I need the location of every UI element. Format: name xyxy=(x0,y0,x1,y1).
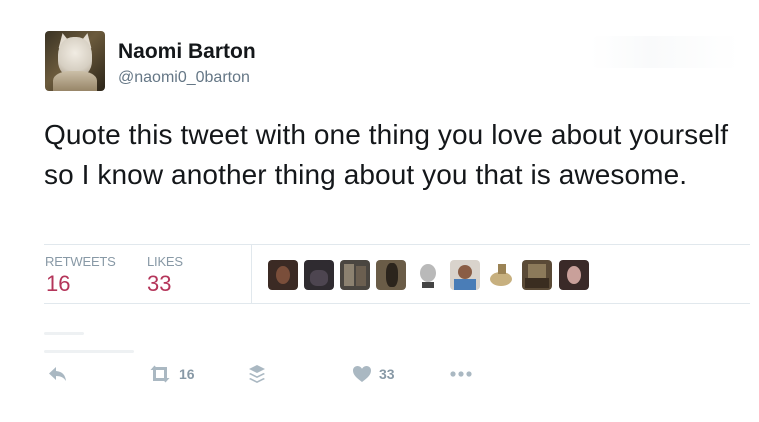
liker-avatar[interactable] xyxy=(340,260,370,290)
avatar[interactable] xyxy=(45,31,105,91)
liker-avatar[interactable] xyxy=(559,260,589,290)
blurred-timestamp xyxy=(44,322,224,353)
tweet-text: Quote this tweet with one thing you love… xyxy=(44,119,729,190)
liker-avatar[interactable] xyxy=(376,260,406,290)
buffer-button[interactable] xyxy=(248,362,266,386)
liker-avatar[interactable] xyxy=(486,260,516,290)
retweet-button[interactable]: 16 xyxy=(148,362,195,386)
liker-avatar[interactable] xyxy=(304,260,334,290)
divider xyxy=(44,244,750,245)
blurred-area xyxy=(590,36,740,68)
retweet-icon xyxy=(150,365,170,383)
retweets-label[interactable]: RETWEETS xyxy=(45,254,116,269)
reply-icon xyxy=(49,367,66,381)
stats-divider xyxy=(251,245,252,303)
more-button[interactable] xyxy=(449,362,473,386)
like-button[interactable]: 33 xyxy=(352,362,395,386)
liker-avatar[interactable] xyxy=(450,260,480,290)
likes-label[interactable]: LIKES xyxy=(147,254,183,269)
retweets-count[interactable]: 16 xyxy=(46,271,70,297)
liker-avatar[interactable] xyxy=(268,260,298,290)
layers-icon xyxy=(249,365,265,383)
divider xyxy=(44,303,750,304)
reply-button[interactable] xyxy=(48,362,68,386)
more-dots-icon xyxy=(450,371,472,377)
like-count: 33 xyxy=(379,366,395,382)
liker-avatar[interactable] xyxy=(522,260,552,290)
likes-count[interactable]: 33 xyxy=(147,271,171,297)
liker-avatar[interactable] xyxy=(413,260,443,290)
heart-icon xyxy=(353,366,371,382)
retweet-count: 16 xyxy=(179,366,195,382)
user-handle[interactable]: @naomi0_0barton xyxy=(118,69,250,87)
user-name[interactable]: Naomi Barton xyxy=(118,40,256,64)
